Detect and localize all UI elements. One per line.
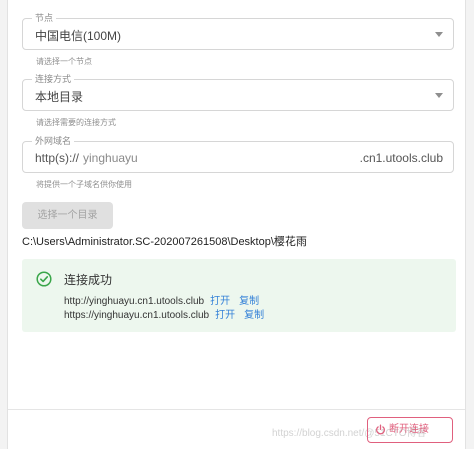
disconnect-button[interactable]: 断开连接	[367, 417, 453, 443]
chevron-down-icon[interactable]	[435, 32, 443, 37]
success-title: 连接成功	[64, 273, 113, 287]
domain-suffix: .cn1.utools.club	[359, 151, 443, 165]
power-icon	[376, 424, 385, 435]
copy-https-link[interactable]: 复制	[244, 310, 264, 321]
disconnect-label: 断开连接	[389, 424, 429, 435]
subdomain-input[interactable]: yinghuayu	[83, 151, 138, 165]
chevron-down-icon[interactable]	[435, 93, 443, 98]
https-url: https://yinghuayu.cn1.utools.club	[64, 310, 210, 321]
node-select-value: 中国电信(100M)	[35, 29, 122, 43]
domain-field[interactable]: 外网域名 http(s):// yinghuayu .cn1.utools.cl…	[22, 135, 454, 173]
domain-helper-text: 将提供一个子域名供你使用	[36, 180, 132, 189]
open-https-link[interactable]: 打开	[215, 310, 235, 321]
domain-field-label: 外网域名	[32, 135, 75, 147]
node-select-label: 节点	[32, 12, 57, 24]
footer-divider	[8, 409, 465, 410]
domain-prefix: http(s)://	[35, 151, 80, 165]
window-left-edge	[0, 0, 8, 449]
url-row-https: https://yinghuayu.cn1.utools.club 打开 复制	[64, 306, 264, 321]
connection-method-select[interactable]: 连接方式 本地目录	[22, 73, 454, 111]
directory-path: C:\Users\Administrator.SC-202007261508\D…	[22, 236, 307, 248]
node-select[interactable]: 节点 中国电信(100M)	[22, 12, 454, 50]
scrollbar-track[interactable]	[465, 0, 474, 449]
connection-method-helper-text: 请选择需要的连接方式	[36, 118, 116, 127]
choose-directory-button[interactable]: 选择一个目录	[22, 202, 113, 229]
check-circle-icon	[36, 271, 52, 287]
node-helper-text: 请选择一个节点	[36, 57, 92, 66]
connection-method-value: 本地目录	[35, 90, 84, 104]
connection-success-card: 连接成功 http://yinghuayu.cn1.utools.club 打开复…	[22, 259, 456, 332]
connection-method-label: 连接方式	[32, 73, 75, 85]
url-row-http: http://yinghuayu.cn1.utools.club 打开 复制	[64, 292, 259, 307]
